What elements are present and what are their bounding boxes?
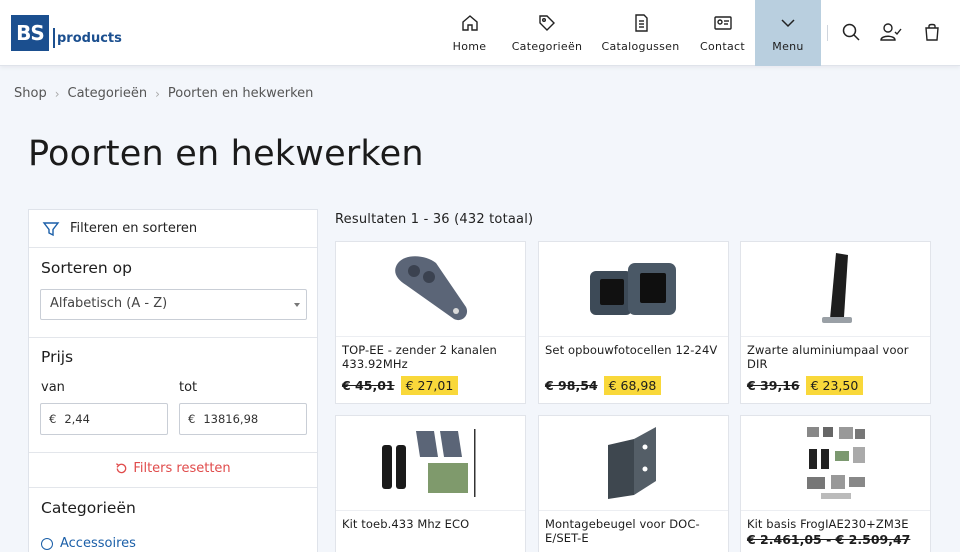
brand-logo[interactable]: BS products [11, 15, 122, 51]
results-summary: Resultaten 1 - 36 (432 totaal) [335, 212, 534, 227]
product-image[interactable] [336, 416, 525, 511]
product-price: € 45,01 € 27,01 [336, 373, 525, 395]
filter-sidebar: Filteren en sorteren Sorteren op Alfabet… [28, 209, 318, 552]
category-option-accessoires[interactable]: Accessoires [41, 536, 136, 551]
product-name[interactable]: Kit basis FrogIAE230+ZM3E [741, 511, 930, 531]
product-card[interactable]: Kit toeb.433 Mhz ECO [335, 415, 526, 552]
nav-contact-label: Contact [700, 40, 745, 53]
nav-menu-button[interactable]: Menu [755, 0, 821, 66]
price-to-value: 13816,98 [203, 412, 259, 426]
product-name[interactable]: TOP-EE - zender 2 kanalen 433.92MHz [336, 337, 525, 373]
product-price: € 98,54 € 68,98 [539, 373, 728, 395]
chevron-right-icon: › [54, 86, 60, 101]
filter-header[interactable]: Filteren en sorteren [29, 210, 317, 248]
contact-card-icon [713, 16, 732, 30]
product-name[interactable]: Zwarte aluminiumpaal voor DIR [741, 337, 930, 373]
photocell-image [589, 263, 676, 315]
shopping-bag-icon[interactable] [922, 22, 942, 42]
price-title: Prijs [41, 348, 74, 366]
nav-home[interactable]: Home [442, 0, 497, 66]
old-price: € 45,01 [342, 378, 395, 393]
nav-contact[interactable]: Contact [695, 0, 750, 66]
aluminium-post-image [821, 253, 852, 323]
search-icon[interactable] [841, 22, 861, 42]
price-from-label: van [41, 380, 65, 395]
sort-title: Sorteren op [41, 259, 132, 277]
nav-categories[interactable]: Categorieën [508, 0, 586, 66]
page-title: Poorten en hekwerken [28, 134, 424, 174]
currency-symbol: € [49, 412, 57, 426]
refresh-icon [116, 463, 127, 474]
product-price: € 39,16 € 23,50 [741, 373, 930, 395]
old-price: € 2.461,05 - € 2.509,47 [747, 532, 911, 547]
breadcrumb-shop[interactable]: Shop [14, 86, 47, 101]
catalog-icon [634, 14, 648, 32]
reset-filters-button[interactable]: Filters resetten [29, 461, 317, 476]
product-image[interactable] [539, 416, 728, 511]
price-to-label: tot [179, 380, 198, 395]
header-divider [827, 25, 828, 41]
category-label: Accessoires [60, 536, 136, 551]
divider [29, 487, 317, 488]
price-from-value: 2,44 [64, 412, 90, 426]
product-image[interactable] [539, 242, 728, 337]
caret-down-icon [294, 303, 300, 307]
sort-select[interactable]: Alfabetisch (A - Z) [40, 289, 307, 320]
breadcrumb-categories[interactable]: Categorieën [68, 86, 148, 101]
product-name[interactable]: Set opbouwfotocellen 12-24V [539, 337, 728, 373]
sale-price: € 23,50 [805, 376, 864, 395]
sort-select-value: Alfabetisch (A - Z) [50, 296, 168, 311]
divider [29, 452, 317, 453]
mounting-bracket-image [607, 427, 656, 499]
sale-price: € 27,01 [400, 376, 459, 395]
product-image[interactable] [741, 242, 930, 337]
filter-title: Filteren en sorteren [70, 221, 198, 236]
breadcrumb-current: Poorten en hekwerken [167, 86, 314, 101]
logo-text: products [53, 28, 122, 48]
kit-image [381, 429, 475, 497]
price-from-input[interactable]: € 2,44 [40, 403, 168, 435]
nav-menu-label: Menu [772, 40, 804, 53]
product-price: € 2.461,05 - € 2.509,47 [741, 529, 930, 547]
remote-control-image [394, 256, 467, 321]
home-icon [461, 15, 478, 31]
filter-icon [42, 221, 60, 236]
product-card[interactable]: Montagebeugel voor DOC-E/SET-E [538, 415, 729, 552]
old-price: € 39,16 [747, 378, 800, 393]
nav-home-label: Home [452, 40, 487, 53]
nav-catalogs[interactable]: Catalogussen [598, 0, 683, 66]
price-to-input[interactable]: € 13816,98 [179, 403, 307, 435]
product-name[interactable]: Kit toeb.433 Mhz ECO [336, 511, 525, 547]
site-header: BS products Home Categorieën Catalogusse… [0, 0, 960, 66]
radio-button[interactable] [41, 537, 53, 550]
chevron-right-icon: › [155, 86, 160, 101]
product-card[interactable]: TOP-EE - zender 2 kanalen 433.92MHz € 45… [335, 241, 526, 404]
user-check-icon[interactable] [880, 22, 903, 42]
kit-basis-image [806, 427, 865, 499]
chevron-down-icon [781, 19, 795, 28]
product-card[interactable]: Kit basis FrogIAE230+ZM3E € 2.461,05 - €… [740, 415, 931, 552]
product-image[interactable] [336, 242, 525, 337]
divider [29, 337, 317, 338]
reset-filters-label: Filters resetten [133, 461, 231, 476]
nav-catalogs-label: Catalogussen [601, 40, 680, 53]
nav-categories-label: Categorieën [511, 40, 583, 53]
old-price: € 98,54 [545, 378, 598, 393]
product-card[interactable]: Zwarte aluminiumpaal voor DIR € 39,16 € … [740, 241, 931, 404]
product-name[interactable]: Montagebeugel voor DOC-E/SET-E [539, 511, 728, 547]
categories-title: Categorieën [41, 499, 136, 517]
logo-mark: BS [11, 15, 49, 51]
breadcrumb: Shop › Categorieën › Poorten en hekwerke… [14, 86, 313, 101]
currency-symbol: € [188, 412, 196, 426]
product-image[interactable] [741, 416, 930, 511]
product-card[interactable]: Set opbouwfotocellen 12-24V € 98,54 € 68… [538, 241, 729, 404]
tag-icon [539, 15, 555, 31]
sale-price: € 68,98 [603, 376, 662, 395]
